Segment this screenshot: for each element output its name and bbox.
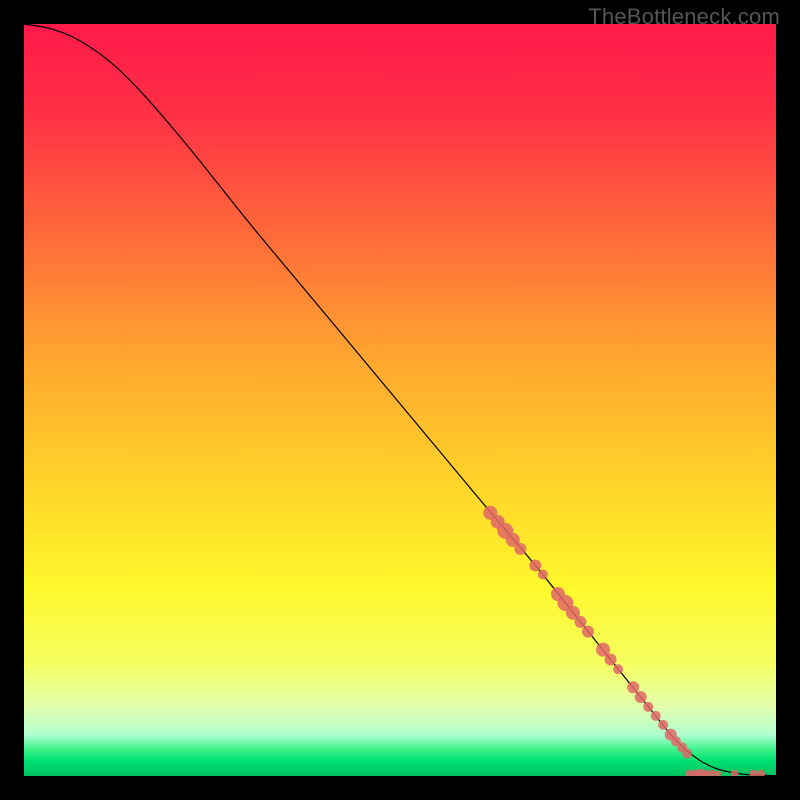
highlight-dot xyxy=(574,616,586,628)
highlight-dot xyxy=(635,691,647,703)
chart-container: TheBottleneck.com xyxy=(0,0,800,800)
highlight-dot xyxy=(651,711,661,721)
highlight-dot xyxy=(538,569,548,579)
highlight-dot xyxy=(613,664,623,674)
watermark-text: TheBottleneck.com xyxy=(588,4,780,30)
highlight-dot xyxy=(682,748,692,758)
highlight-dot xyxy=(529,559,541,571)
gradient-background xyxy=(24,24,776,776)
highlight-dot xyxy=(605,653,617,665)
highlight-dot xyxy=(514,543,526,555)
highlight-dot xyxy=(643,702,653,712)
plot-area xyxy=(24,24,776,776)
highlight-dot xyxy=(627,681,639,693)
highlight-dot xyxy=(582,626,594,638)
chart-svg xyxy=(24,24,776,776)
highlight-dot xyxy=(658,720,668,730)
